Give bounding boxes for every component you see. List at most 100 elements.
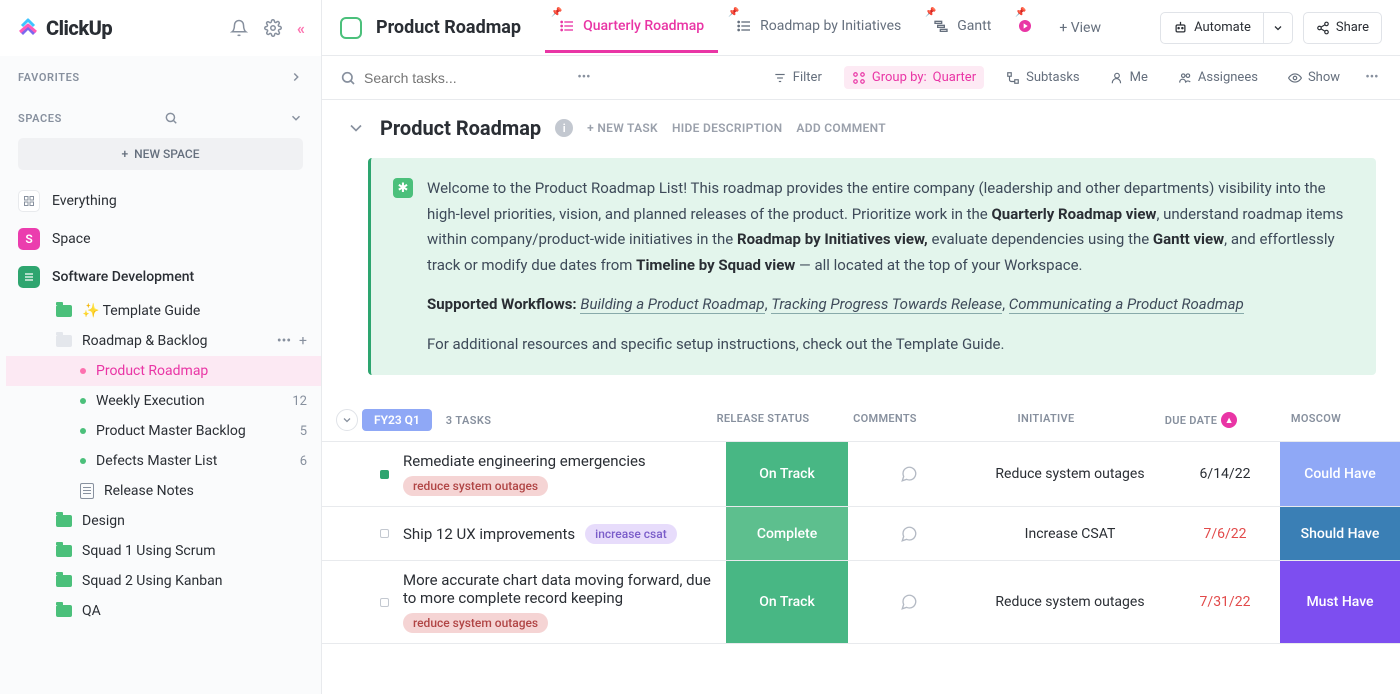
comment-icon <box>900 465 918 483</box>
squad1-label: Squad 1 Using Scrum <box>82 543 215 559</box>
collapse-sidebar-icon[interactable]: « <box>297 19 305 38</box>
sidebar-item-roadmap-backlog[interactable]: Roadmap & Backlog ••• + <box>6 326 321 356</box>
automate-dropdown-button[interactable] <box>1264 12 1293 44</box>
pin-icon: 📌 <box>1015 8 1026 18</box>
search-input[interactable] <box>364 70 504 86</box>
column-header-due-date[interactable]: DUE DATE ▲ <box>1146 412 1256 428</box>
notifications-icon[interactable] <box>229 18 249 38</box>
sidebar-item-squad2[interactable]: Squad 2 Using Kanban <box>6 566 321 596</box>
space-software-development[interactable]: Software Development <box>0 258 321 296</box>
template-guide-label: ✨ Template Guide <box>82 303 200 319</box>
hide-description-button[interactable]: HIDE DESCRIPTION <box>672 121 782 135</box>
spaces-header[interactable]: SPACES <box>0 94 321 138</box>
task-tag[interactable]: reduce system outages <box>403 613 548 633</box>
search-icon[interactable] <box>161 108 181 128</box>
subtasks-button[interactable]: Subtasks <box>998 66 1088 89</box>
cell-due-date[interactable]: 7/6/22 <box>1170 507 1280 560</box>
list-view-icon <box>736 18 752 34</box>
cell-due-date[interactable]: 7/31/22 <box>1170 561 1280 643</box>
tab-quarterly-roadmap[interactable]: 📌 Quarterly Roadmap <box>545 2 718 53</box>
cell-release-status[interactable]: On Track <box>726 561 848 643</box>
task-tag[interactable]: increase csat <box>585 524 677 544</box>
cell-due-date[interactable]: 6/14/22 <box>1170 442 1280 506</box>
sidebar-item-qa[interactable]: QA <box>6 596 321 626</box>
column-header-initiative[interactable]: INITIATIVE <box>946 412 1146 428</box>
cell-release-status[interactable]: On Track <box>726 442 848 506</box>
cell-comments[interactable] <box>848 561 970 643</box>
sidebar-item-template-guide[interactable]: ✨ Template Guide <box>6 296 321 326</box>
plus-icon[interactable]: + <box>299 333 307 349</box>
column-header-comments[interactable]: COMMENTS <box>824 412 946 428</box>
list-dot-icon <box>80 458 86 464</box>
sidebar-item-squad1[interactable]: Squad 1 Using Scrum <box>6 536 321 566</box>
comment-icon <box>900 593 918 611</box>
task-status-square[interactable] <box>380 529 389 538</box>
tab-gantt[interactable]: 📌 Gantt <box>919 2 1005 53</box>
task-row[interactable]: Remediate engineering emergenciesreduce … <box>322 442 1400 507</box>
sidebar-item-product-roadmap[interactable]: Product Roadmap <box>6 356 321 386</box>
info-icon[interactable]: i <box>555 119 573 137</box>
group-collapse-icon[interactable] <box>336 409 358 431</box>
chevron-down-icon[interactable] <box>289 111 303 125</box>
squad2-label: Squad 2 Using Kanban <box>82 573 222 589</box>
assignees-button[interactable]: Assignees <box>1170 66 1266 89</box>
filter-button[interactable]: Filter <box>765 66 830 89</box>
sidebar-item-product-master-backlog[interactable]: Product Master Backlog 5 <box>6 416 321 446</box>
task-row[interactable]: Ship 12 UX improvementsincrease csat Com… <box>322 507 1400 561</box>
me-button[interactable]: Me <box>1102 66 1156 89</box>
list-dot-icon <box>80 398 86 404</box>
group-pill[interactable]: FY23 Q1 <box>362 409 432 431</box>
cell-moscow[interactable]: Should Have <box>1280 507 1400 560</box>
pin-icon: 📌 <box>551 8 562 18</box>
show-button[interactable]: Show <box>1280 66 1348 89</box>
group-by-button[interactable]: Group by: Quarter <box>844 66 984 89</box>
favorites-header[interactable]: FAVORITES <box>0 56 321 94</box>
tab-roadmap-initiatives[interactable]: 📌 Roadmap by Initiatives <box>722 2 915 53</box>
logo[interactable]: ClickUp <box>16 16 112 40</box>
new-space-label: NEW SPACE <box>134 147 199 161</box>
task-tag[interactable]: reduce system outages <box>403 476 548 496</box>
add-view-button[interactable]: + View <box>1045 20 1115 36</box>
cell-initiative[interactable]: Increase CSAT <box>970 507 1170 560</box>
more-icon[interactable]: ••• <box>1362 68 1382 88</box>
cell-moscow[interactable]: Must Have <box>1280 561 1400 643</box>
cell-release-status[interactable]: Complete <box>726 507 848 560</box>
cell-comments[interactable] <box>848 507 970 560</box>
cell-comments[interactable] <box>848 442 970 506</box>
column-header-moscow[interactable]: MOSCOW <box>1256 412 1376 428</box>
note-icon: ✱ <box>393 178 413 198</box>
count-badge: 6 <box>300 454 307 469</box>
sidebar-item-defects-master-list[interactable]: Defects Master List 6 <box>6 446 321 476</box>
more-icon[interactable]: ••• <box>277 333 291 349</box>
settings-icon[interactable] <box>263 18 283 38</box>
sidebar-item-design[interactable]: Design <box>6 506 321 536</box>
new-space-button[interactable]: + NEW SPACE <box>18 138 303 170</box>
tab-timeline[interactable]: 📌 <box>1009 2 1041 53</box>
automate-button-group: Automate <box>1160 12 1293 44</box>
breadcrumb-title[interactable]: Product Roadmap <box>376 17 521 38</box>
column-header-status[interactable]: RELEASE STATUS <box>702 412 824 428</box>
page-header: Product Roadmap i + NEW TASK HIDE DESCRI… <box>322 100 1400 150</box>
task-list: Remediate engineering emergenciesreduce … <box>322 442 1400 644</box>
folder-icon <box>56 513 72 529</box>
task-status-square[interactable] <box>380 470 389 479</box>
cell-initiative[interactable]: Reduce system outages <box>970 561 1170 643</box>
automate-button[interactable]: Automate <box>1160 12 1264 44</box>
sidebar-item-weekly-execution[interactable]: Weekly Execution 12 <box>6 386 321 416</box>
logo-icon <box>16 16 40 40</box>
task-status-square[interactable] <box>380 598 389 607</box>
filter-bar: ••• Filter Group by: Quarter Subtasks Me <box>322 56 1400 100</box>
share-button[interactable]: Share <box>1303 12 1382 44</box>
task-row[interactable]: More accurate chart data moving forward,… <box>322 561 1400 644</box>
collapse-icon[interactable] <box>346 118 366 138</box>
tab-label: Roadmap by Initiatives <box>760 18 901 34</box>
cell-moscow[interactable]: Could Have <box>1280 442 1400 506</box>
sidebar-item-release-notes[interactable]: Release Notes <box>6 476 321 506</box>
cell-initiative[interactable]: Reduce system outages <box>970 442 1170 506</box>
space-space[interactable]: S Space <box>0 220 321 258</box>
add-comment-button[interactable]: ADD COMMENT <box>796 121 886 135</box>
space-everything[interactable]: Everything <box>0 182 321 220</box>
more-options-icon[interactable]: ••• <box>574 68 594 88</box>
folder-icon <box>56 603 72 619</box>
new-task-button[interactable]: + NEW TASK <box>587 121 658 135</box>
